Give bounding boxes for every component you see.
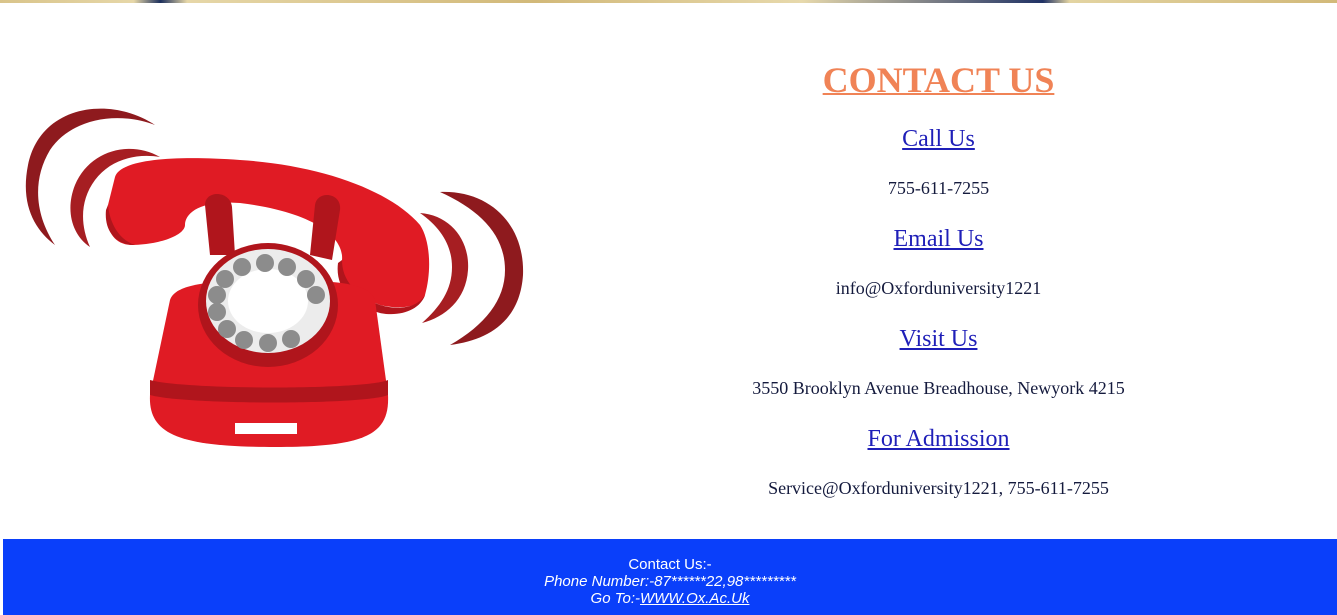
call-us-value: 755-611-7255 [887,178,990,198]
email-us-value: info@Oxforduniversity1221 [835,278,1042,298]
footer-goto-prefix: Go To:- [590,590,641,607]
for-admission-value: Service@Oxforduniversity1221, 755-611-72… [768,478,1109,498]
for-admission-link[interactable]: For Admission [540,424,1337,454]
red-telephone-icon [20,95,530,455]
visit-us-link[interactable]: Visit Us [540,324,1337,354]
call-us-link[interactable]: Call Us [540,124,1337,154]
footer-phone: Phone Number:-87******22,98********* [544,573,796,590]
footer-website-link[interactable]: WWW.Ox.Ac.Uk [640,590,749,607]
footer: Contact Us:- Phone Number:-87******22,98… [3,539,1337,615]
email-us-link[interactable]: Email Us [540,224,1337,254]
contact-panel: CONTACT US Call Us 755-611-7255 Email Us… [540,0,1337,538]
footer-heading: Contact Us:- [628,556,712,573]
page-title: CONTACT US [822,60,1055,100]
footer-goto: Go To:-WWW.Ox.Ac.Uk [3,590,1337,607]
visit-us-value: 3550 Brooklyn Avenue Breadhouse, Newyork… [752,378,1125,398]
